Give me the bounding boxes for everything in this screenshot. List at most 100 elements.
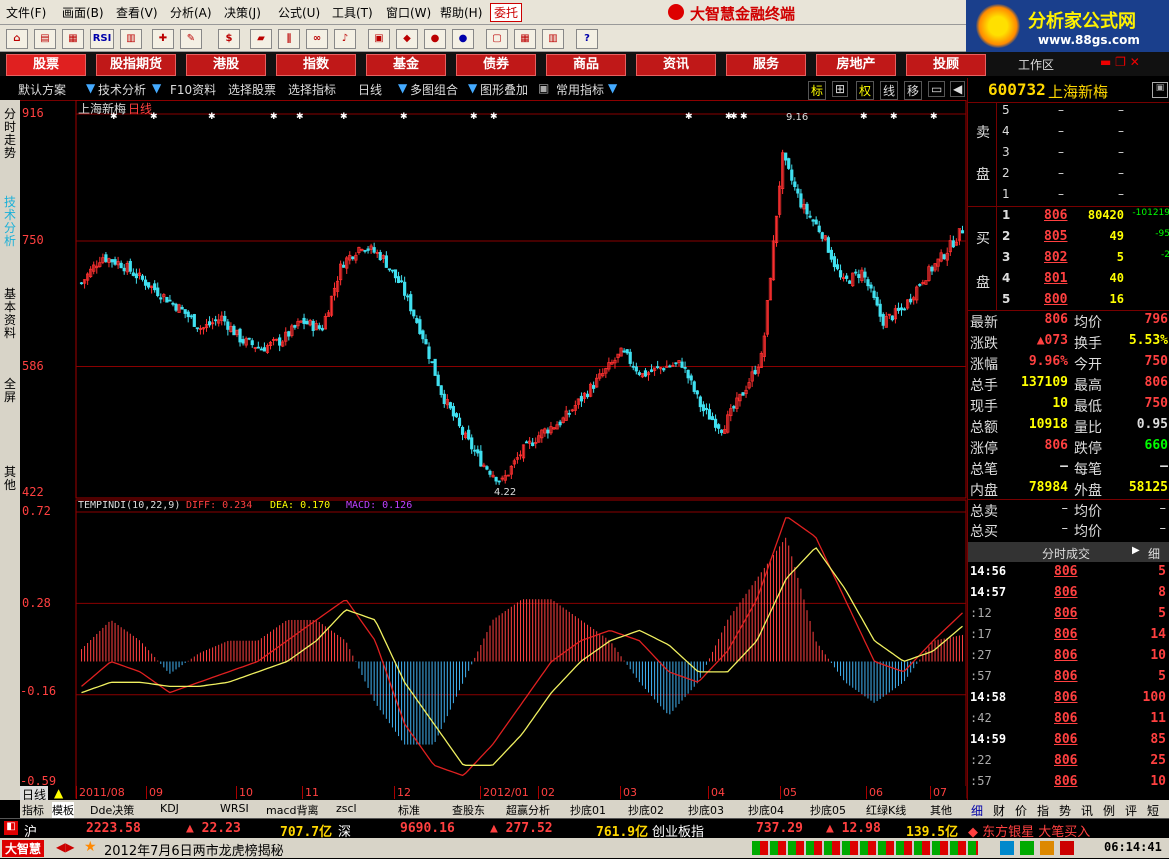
indicator-tab[interactable]: 抄底02 <box>628 802 664 818</box>
window-controls-icon[interactable]: ▬ ❐ ✕ <box>1100 55 1140 69</box>
rights-toggle[interactable]: 权 <box>856 81 875 100</box>
period-dropdown[interactable]: 日线 <box>358 81 382 98</box>
cat-futures[interactable]: 股指期货 <box>96 54 176 76</box>
right-tab[interactable]: 指 <box>1037 802 1049 819</box>
right-tab[interactable]: 势 <box>1059 802 1071 819</box>
expand-icon[interactable]: ▣ <box>1152 82 1168 98</box>
right-tab[interactable]: 例 <box>1103 802 1115 819</box>
tab-fullscreen[interactable]: 全屏 <box>2 378 18 404</box>
overlay-button[interactable]: 图形叠加 <box>480 81 528 98</box>
order-price[interactable]: 805 <box>1044 229 1067 244</box>
tick-price[interactable]: 806 <box>1054 564 1077 579</box>
flag-icon[interactable]: ▰ <box>250 29 272 49</box>
report-icon[interactable]: ▣ <box>368 29 390 49</box>
help-pointer-icon[interactable]: ? <box>576 29 598 49</box>
move-toggle[interactable]: 移 <box>904 81 923 100</box>
chart-area[interactable]: ✱ ✱ ✱ ✱ ✱ ✱ ✱ ✱ ✱ ✱ ✱ ✱ ✱ ✱ ✱ ✱ 916 750 586 422 上海新梅 日线… <box>20 100 967 803</box>
cat-service[interactable]: 服务 <box>726 54 806 76</box>
workarea-label[interactable]: 工作区 <box>1018 56 1054 73</box>
binoculars-icon[interactable]: ∞ <box>306 29 328 49</box>
menu-analysis[interactable]: 分析(A) <box>170 4 212 21</box>
app-badge[interactable]: 大智慧 <box>2 840 45 857</box>
indicator-tab[interactable]: 标准 <box>398 802 420 818</box>
rsi-button[interactable]: RSI <box>90 29 114 49</box>
books-icon[interactable]: ▥ <box>542 29 564 49</box>
indicator-tab[interactable]: 其他 <box>930 802 952 818</box>
right-tab[interactable]: 短 <box>1147 802 1159 819</box>
blue-circle-icon[interactable]: ● <box>452 29 474 49</box>
indicator-tab[interactable]: 抄底04 <box>748 802 784 818</box>
chevron-down-icon[interactable]: ▼ <box>398 81 407 95</box>
right-tab[interactable]: 财 <box>993 802 1005 819</box>
cat-stock[interactable]: 股票 <box>6 54 86 76</box>
calculator-icon[interactable]: ▦ <box>514 29 536 49</box>
home-icon[interactable]: ⌂ <box>6 29 28 49</box>
indicator-tab[interactable]: 红绿K线 <box>866 802 906 818</box>
f10-button[interactable]: F10资料 <box>170 81 216 98</box>
right-tab[interactable]: 价 <box>1015 802 1027 819</box>
right-tab[interactable]: 细 <box>971 802 983 819</box>
indicator-tab[interactable]: Dde决策 <box>90 802 134 818</box>
order-price[interactable]: – <box>1058 166 1064 180</box>
order-price[interactable]: – <box>1058 103 1064 117</box>
indicator-tab[interactable]: 超赢分析 <box>506 802 550 818</box>
right-tab[interactable]: 讯 <box>1081 802 1093 819</box>
menu-formula[interactable]: 公式(U) <box>278 4 320 21</box>
menu-tools[interactable]: 工具(T) <box>332 4 373 21</box>
cat-advisor[interactable]: 投顾 <box>906 54 986 76</box>
chevron-down-icon[interactable]: ▼ <box>86 81 95 95</box>
indicator-tab[interactable]: WRSI <box>220 802 249 815</box>
indicator-tab[interactable]: zscl <box>336 802 357 815</box>
chevron-down-icon[interactable]: ▼ <box>608 81 617 95</box>
tick-price[interactable]: 806 <box>1054 711 1077 726</box>
alarm-icon[interactable]: ♪ <box>334 29 356 49</box>
cat-news[interactable]: 资讯 <box>636 54 716 76</box>
order-price[interactable]: – <box>1058 145 1064 159</box>
red-circle-icon[interactable]: ● <box>424 29 446 49</box>
ad-logo[interactable]: 分析家公式网 www.88gs.com <box>966 0 1169 56</box>
menu-view-screen[interactable]: 画面(B) <box>62 4 104 21</box>
tick-price[interactable]: 806 <box>1054 669 1077 684</box>
scheme-dropdown[interactable]: 默认方案 <box>18 81 66 98</box>
cat-realestate[interactable]: 房地产 <box>816 54 896 76</box>
cat-fund[interactable]: 基金 <box>366 54 446 76</box>
tab-other[interactable]: 其他 <box>2 466 18 492</box>
tick-price[interactable]: 806 <box>1054 648 1077 663</box>
order-price[interactable]: 801 <box>1044 271 1067 286</box>
tab-fundamentals[interactable]: 基本资料 <box>2 288 18 340</box>
chevron-down-icon[interactable]: ▼ <box>468 81 477 95</box>
clipboard-icon[interactable]: ▢ <box>486 29 508 49</box>
order-price[interactable]: 802 <box>1044 250 1067 265</box>
tab-technical[interactable]: 技术分析 <box>2 196 18 248</box>
line-toggle[interactable]: 线 <box>880 81 899 100</box>
grid-toggle-icon[interactable]: ⊞ <box>832 81 849 97</box>
ticks-detail[interactable]: 细 <box>1148 545 1160 562</box>
tech-analysis-dropdown[interactable]: 技术分析 <box>98 81 146 98</box>
lock-icon[interactable]: ▣ <box>538 81 549 95</box>
right-tab[interactable]: 评 <box>1125 802 1137 819</box>
grid-icon[interactable]: ▦ <box>62 29 84 49</box>
tick-price[interactable]: 806 <box>1054 690 1077 705</box>
indicator-tab[interactable]: KDJ <box>160 802 179 815</box>
collapse-icon[interactable]: ◀ <box>950 81 966 97</box>
menu-file[interactable]: 文件(F) <box>6 4 46 21</box>
window-icon[interactable]: ▭ <box>928 81 946 97</box>
ticks-header-bar[interactable]: 分时成交 ▶ 细 <box>968 542 1169 562</box>
chart-icon[interactable]: ▤ <box>34 29 56 49</box>
mark-toggle[interactable]: 标 <box>808 81 827 100</box>
indicator-tab[interactable]: 模板 <box>52 802 74 818</box>
cat-index[interactable]: 指数 <box>276 54 356 76</box>
cat-bond[interactable]: 债券 <box>456 54 536 76</box>
indicator-tab[interactable]: 指标 <box>22 802 44 818</box>
nav-arrows-icon[interactable]: ◀▶ <box>56 840 74 854</box>
arrow-right-icon[interactable]: ▶ <box>1132 545 1140 556</box>
index-icon[interactable]: ◧ <box>4 821 18 835</box>
menu-trade[interactable]: 委托 <box>490 3 523 22</box>
select-indicator-button[interactable]: 选择指标 <box>288 81 336 98</box>
chart-svg[interactable]: ✱ ✱ ✱ ✱ ✱ ✱ ✱ ✱ ✱ ✱ ✱✱ ✱ ✱ ✱ ✱ <box>20 100 967 800</box>
tick-price[interactable]: 806 <box>1054 627 1077 642</box>
status-message[interactable]: 2012年7月6日两市龙虎榜揭秘 <box>104 840 284 859</box>
menu-decision[interactable]: 决策(J) <box>224 4 261 21</box>
menu-help[interactable]: 帮助(H) <box>440 4 482 21</box>
dollar-icon[interactable]: $ <box>218 29 240 49</box>
